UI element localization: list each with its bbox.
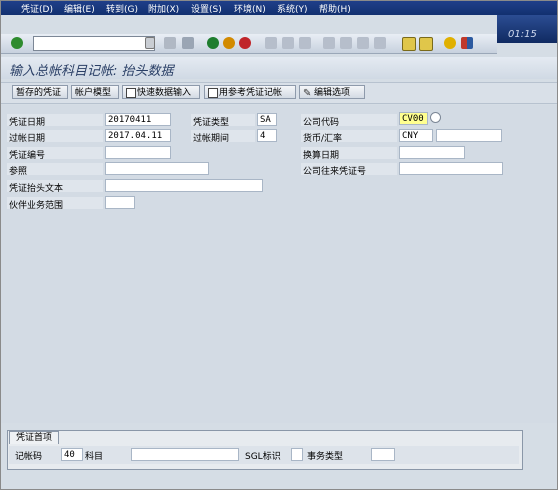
command-field[interactable] <box>33 36 155 51</box>
company-code-field[interactable]: CV00 <box>399 112 428 125</box>
posting-key-field[interactable]: 40 <box>61 448 83 461</box>
intercompany-label: 公司往来凭证号 <box>303 167 367 177</box>
previous-page-icon[interactable] <box>340 37 352 49</box>
menu-goto[interactable]: 转到(G) <box>106 2 138 15</box>
first-line-item-row: 记帐码 40 科目 SGL标识 事务类型 <box>9 446 519 464</box>
translation-date-label: 换算日期 <box>303 151 340 161</box>
menu-document[interactable]: 凭证(D) <box>21 2 53 15</box>
page-title: 输入总帐科目记帐: 抬头数据 <box>9 64 174 79</box>
editing-options-button[interactable]: ✎ 编辑选项 <box>299 85 365 99</box>
transaction-type-label: 事务类型 <box>307 452 344 462</box>
fast-entry-label: 快速数据输入 <box>137 88 192 98</box>
help-icon[interactable] <box>444 37 456 49</box>
doc-type-field[interactable]: SA <box>257 113 277 126</box>
title-bar: 输入总帐科目记帐: 抬头数据 <box>1 57 557 79</box>
application-toolbar: 暂存的凭证 帐户模型 快速数据输入 用参考凭证记帐 ✎ 编辑选项 <box>1 82 557 104</box>
partner-area-field[interactable] <box>105 196 135 209</box>
post-date-label: 过帐日期 <box>9 134 46 144</box>
doc-date-label: 凭证日期 <box>9 118 46 128</box>
header-text-label: 凭证抬头文本 <box>9 184 64 194</box>
menu-help[interactable]: 帮助(H) <box>319 2 351 15</box>
menu-environment[interactable]: 环境(N) <box>234 2 266 15</box>
fast-entry-button[interactable]: 快速数据输入 <box>122 85 200 99</box>
fast-entry-icon <box>126 88 136 98</box>
period-label: 过帐期间 <box>193 134 230 144</box>
intercompany-field[interactable] <box>399 162 503 175</box>
doc-number-label: 凭证编号 <box>9 151 46 161</box>
cancel-icon[interactable] <box>239 37 251 49</box>
print-icon[interactable] <box>265 37 277 49</box>
pencil-icon: ✎ <box>303 88 312 99</box>
transaction-type-field[interactable] <box>371 448 395 461</box>
header-data-form: 凭证日期 20170411 过帐日期 2017.04.11 凭证编号 参照 凭证… <box>1 105 557 423</box>
command-dropdown-icon[interactable] <box>145 37 155 49</box>
period-field[interactable]: 4 <box>257 129 277 142</box>
back-icon[interactable] <box>207 37 219 49</box>
sap-window: 凭证(D) 编辑(E) 转到(G) 附加(X) 设置(S) 环境(N) 系统(Y… <box>0 0 558 490</box>
sgl-indicator-label: SGL标识 <box>245 452 281 462</box>
layout-icon[interactable] <box>461 37 473 49</box>
translation-date-field[interactable] <box>399 146 465 159</box>
reference-field[interactable] <box>105 162 209 175</box>
post-date-field[interactable]: 2017.04.11 <box>105 129 171 142</box>
clock: 01:15 <box>508 29 537 40</box>
partner-area-label: 伙伴业务范围 <box>9 201 64 211</box>
find-next-icon[interactable] <box>299 37 311 49</box>
find-icon[interactable] <box>282 37 294 49</box>
new-session-icon[interactable] <box>402 37 416 51</box>
copy-document-icon <box>208 88 218 98</box>
shortcut-icon[interactable] <box>419 37 433 51</box>
enter-icon[interactable] <box>11 37 23 49</box>
first-line-item-tab: 凭证首项 <box>9 431 60 444</box>
menu-extras[interactable]: 附加(X) <box>148 2 179 15</box>
editing-options-label: 编辑选项 <box>314 88 351 98</box>
account-field[interactable] <box>131 448 239 461</box>
doc-type-label: 凭证类型 <box>193 118 230 128</box>
account-model-button[interactable]: 帐户模型 <box>71 85 119 99</box>
menu-settings[interactable]: 设置(S) <box>191 2 222 15</box>
currency-label: 货币/汇率 <box>303 134 343 144</box>
save-icon[interactable] <box>182 37 194 49</box>
currency-field[interactable]: CNY <box>399 129 433 142</box>
value-help-icon[interactable] <box>430 112 441 123</box>
doc-date-field[interactable]: 20170411 <box>105 113 171 126</box>
reference-label: 参照 <box>9 167 28 177</box>
menu-edit[interactable]: 编辑(E) <box>64 2 95 15</box>
account-label: 科目 <box>85 452 104 462</box>
first-page-icon[interactable] <box>323 37 335 49</box>
company-code-label: 公司代码 <box>303 118 340 128</box>
standard-toolbar <box>1 34 497 54</box>
last-page-icon[interactable] <box>374 37 386 49</box>
post-with-reference-label: 用参考凭证记帐 <box>219 88 283 98</box>
posting-key-label: 记帐码 <box>15 452 43 462</box>
menu-bar: 凭证(D) 编辑(E) 转到(G) 附加(X) 设置(S) 环境(N) 系统(Y… <box>1 1 557 15</box>
back-history-icon[interactable] <box>164 37 176 49</box>
first-line-item-frame: 凭证首项 记帐码 40 科目 SGL标识 事务类型 <box>7 430 523 470</box>
exit-icon[interactable] <box>223 37 235 49</box>
next-page-icon[interactable] <box>357 37 369 49</box>
parked-document-button[interactable]: 暂存的凭证 <box>12 85 68 99</box>
header-text-field[interactable] <box>105 179 263 192</box>
doc-number-field[interactable] <box>105 146 171 159</box>
sgl-indicator-field[interactable] <box>291 448 303 461</box>
exchange-rate-field[interactable] <box>436 129 502 142</box>
menu-system[interactable]: 系统(Y) <box>277 2 308 15</box>
post-with-reference-button[interactable]: 用参考凭证记帐 <box>204 85 296 99</box>
